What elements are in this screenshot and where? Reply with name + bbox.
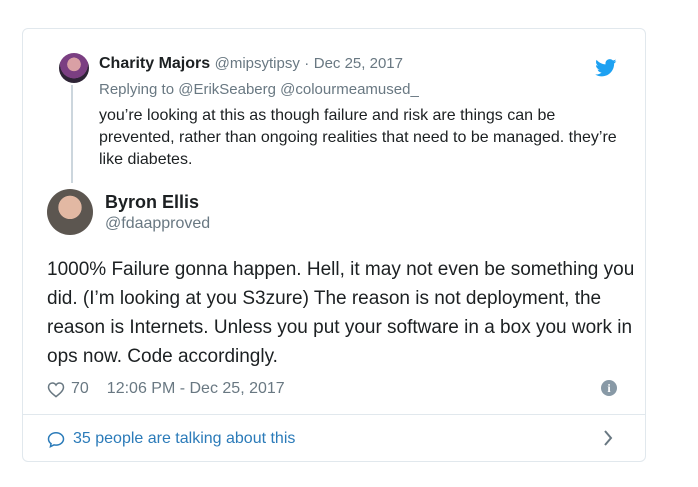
chevron-right-icon[interactable] [603, 429, 613, 447]
thread-connector-line [71, 85, 73, 183]
conversation-link[interactable]: 35 people are talking about this [73, 430, 295, 448]
twitter-bird-icon[interactable] [595, 59, 617, 77]
parent-author-handle[interactable]: @mipsytipsy [215, 55, 300, 72]
replying-to-line: Replying to @ErikSeaberg @colourmeamused… [99, 81, 419, 98]
parent-tweet-date[interactable]: Dec 25, 2017 [314, 55, 403, 72]
main-author-handle[interactable]: @fdaapproved [105, 215, 210, 233]
like-count[interactable]: 70 [71, 380, 89, 398]
info-icon[interactable]: i [601, 380, 617, 396]
speech-bubble-icon [47, 431, 65, 448]
main-author-name[interactable]: Byron Ellis [105, 192, 199, 213]
footer-divider [23, 414, 645, 415]
replying-to-handles[interactable]: @ErikSeaberg @colourmeamused_ [178, 81, 419, 98]
parent-author-name[interactable]: Charity Majors [99, 55, 210, 72]
replying-to-label: Replying to [99, 81, 175, 98]
tweet-meta-row: 70 12:06 PM - Dec 25, 2017 i [47, 377, 621, 401]
main-author-avatar[interactable] [47, 189, 93, 235]
heart-icon[interactable] [47, 381, 65, 398]
embedded-tweet-card: Charity Majors @mipsytipsy · Dec 25, 201… [22, 28, 646, 462]
parent-tweet-text: you’re looking at this as though failure… [99, 107, 617, 168]
tweet-timestamp[interactable]: 12:06 PM - Dec 25, 2017 [107, 380, 285, 398]
parent-tweet-header: Charity Majors @mipsytipsy · Dec 25, 201… [99, 55, 403, 73]
parent-author-avatar[interactable] [59, 53, 89, 83]
meta-separator: · [304, 55, 310, 72]
main-tweet-text: 1000% Failure gonna happen. Hell, it may… [47, 259, 635, 367]
conversation-link-row[interactable]: 35 people are talking about this [47, 427, 621, 451]
